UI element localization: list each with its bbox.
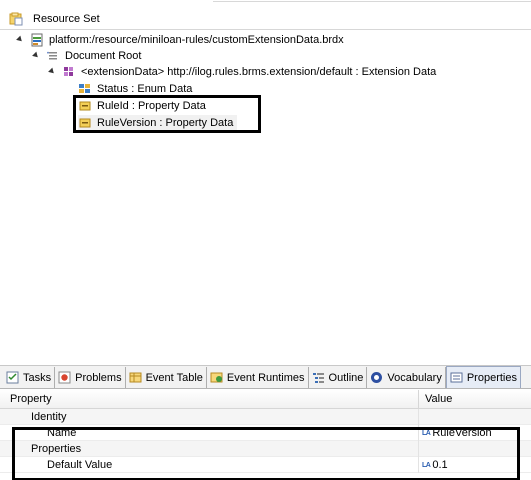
enum-data-icon — [78, 82, 92, 96]
tree-item-label: platform:/resource/miniloan-rules/custom… — [49, 34, 344, 46]
tree-item-brdx-file[interactable]: platform:/resource/miniloan-rules/custom… — [17, 32, 344, 48]
tab-label: Event Runtimes — [226, 371, 305, 384]
tab-event-runtimes[interactable]: Event Runtimes — [207, 367, 309, 388]
tab-vocabulary[interactable]: Vocabulary — [367, 367, 446, 388]
document-root-icon — [46, 49, 60, 63]
tab-problems[interactable]: Problems — [55, 367, 126, 388]
tab-label: Properties — [466, 371, 517, 384]
tab-label: Vocabulary — [387, 371, 442, 384]
properties-header-row: Property Value — [0, 390, 531, 409]
tree-item-document-root[interactable]: Document Root — [33, 48, 141, 64]
tab-label: Outline — [328, 371, 364, 384]
event-runtimes-icon — [210, 371, 223, 384]
vocabulary-icon — [370, 371, 383, 384]
column-separator — [418, 390, 419, 409]
expand-twisty-icon[interactable] — [49, 68, 57, 76]
problems-icon — [58, 371, 71, 384]
property-key: Identity — [31, 411, 67, 423]
tab-tasks[interactable]: Tasks — [3, 367, 56, 388]
properties-highlight-annotation — [12, 427, 520, 480]
expand-twisty-icon[interactable] — [17, 36, 25, 44]
resource-set-title: Resource Set — [33, 12, 100, 25]
tree-item-label: Status : Enum Data — [97, 83, 193, 95]
resource-set-header: Resource Set — [0, 8, 531, 30]
tab-properties[interactable]: Properties — [445, 366, 521, 388]
tab-label: Event Table — [145, 371, 203, 384]
column-separator — [418, 409, 419, 425]
view-tab-bar: Tasks Problems Event Table Event Runtime… — [0, 365, 531, 389]
resource-set-icon — [9, 12, 23, 26]
brdx-file-icon — [30, 33, 44, 47]
top-strip — [0, 0, 531, 8]
column-header-value[interactable]: Value — [425, 393, 452, 405]
tree-item-label: <extensionData> http://ilog.rules.brms.e… — [81, 66, 437, 78]
extension-data-icon — [62, 65, 76, 79]
properties-icon — [450, 371, 463, 384]
property-row-identity[interactable]: Identity — [0, 409, 531, 425]
top-divider — [213, 0, 531, 2]
tree-item-label: Document Root — [65, 50, 142, 62]
tab-event-table[interactable]: Event Table — [126, 367, 207, 388]
resource-tree[interactable]: platform:/resource/miniloan-rules/custom… — [0, 31, 531, 363]
expand-twisty-icon[interactable] — [33, 52, 41, 60]
tab-outline[interactable]: Outline — [309, 367, 368, 388]
event-table-icon — [129, 371, 142, 384]
tab-label: Tasks — [23, 371, 52, 384]
tree-highlight-annotation — [73, 95, 261, 133]
tab-label: Problems — [75, 371, 122, 384]
outline-icon — [312, 371, 325, 384]
tree-item-extension-data[interactable]: <extensionData> http://ilog.rules.brms.e… — [49, 64, 436, 80]
tasks-icon — [6, 371, 19, 384]
column-header-property[interactable]: Property — [10, 393, 52, 405]
